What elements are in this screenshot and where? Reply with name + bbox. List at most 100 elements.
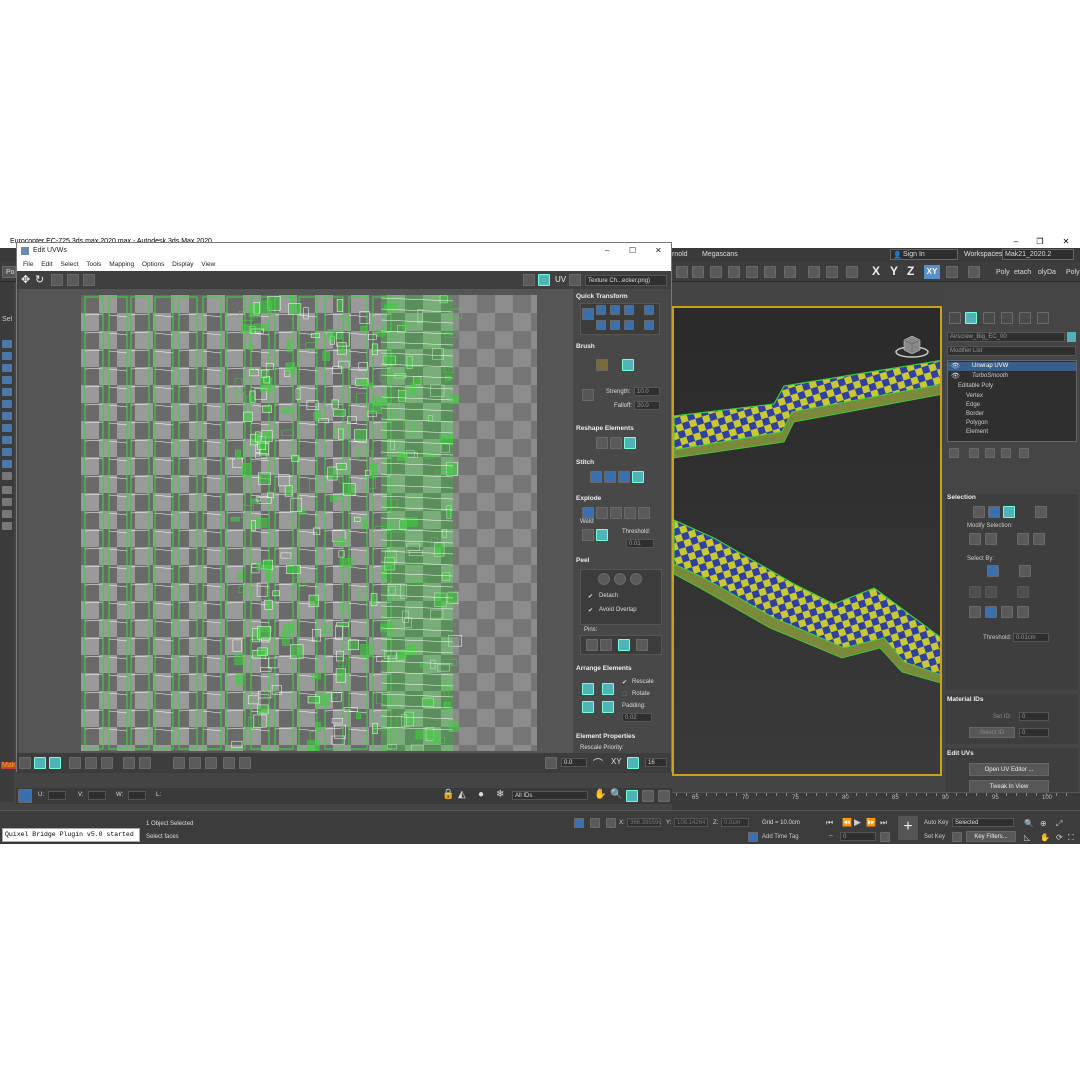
hide-icon[interactable]: ◭ (458, 789, 466, 800)
display-tab-icon[interactable] (1019, 312, 1031, 324)
grid-spacing-field[interactable]: 16 (645, 758, 667, 767)
pan-view-icon[interactable]: ✋ (594, 789, 606, 800)
make-unique-icon[interactable] (985, 448, 995, 458)
detach-edge-verts-icon[interactable] (596, 507, 608, 519)
weld-threshold-field[interactable]: 0.01 (626, 539, 654, 548)
linear-align-icon[interactable] (610, 320, 620, 330)
snowflake-icon[interactable]: ❄ (496, 789, 504, 800)
flatten-by-polygon-icon[interactable] (610, 507, 622, 519)
modifier-list-dropdown[interactable]: Modifier List (947, 346, 1076, 356)
stack-item-turbosmooth[interactable]: TurboSmooth (972, 373, 1008, 379)
uvw-menu-mapping[interactable]: Mapping (109, 261, 134, 268)
planar-angle-icon[interactable] (969, 606, 981, 618)
straighten-icon[interactable] (596, 437, 608, 449)
motion-tab-icon[interactable] (1001, 312, 1013, 324)
maxscript-listener-label[interactable]: Mak (1, 762, 17, 769)
ribbon-tab-detach[interactable]: etach (1014, 269, 1031, 276)
flatten-by-material-icon[interactable] (638, 507, 650, 519)
brush-title[interactable]: Brush (576, 343, 669, 350)
paint-brush-icon[interactable] (596, 359, 608, 371)
selection-rollout-title[interactable]: Selection (947, 494, 1077, 501)
show-map-icon[interactable] (523, 274, 535, 286)
play-icon[interactable]: ▶ (854, 817, 861, 828)
toolbar-icon-2[interactable] (692, 266, 704, 278)
maximize-viewport-icon[interactable]: ⛶ (1068, 833, 1074, 843)
sign-in-button[interactable]: 👤 Sign In (890, 249, 958, 260)
zoom-extents-icon[interactable]: ⤢ (1056, 819, 1062, 829)
edge-select-icon[interactable] (988, 506, 1000, 518)
key-filters-button[interactable]: Key Filters... (966, 831, 1016, 842)
object-name-field[interactable]: Airscrew_Big_EC_00 (947, 332, 1065, 342)
brush-sel-icon[interactable] (205, 757, 217, 769)
left-tool-12[interactable] (2, 472, 12, 480)
uv-tile-area[interactable] (81, 295, 537, 751)
align-horizontal-icon[interactable] (596, 305, 606, 315)
explode-title[interactable]: Explode (576, 495, 669, 502)
grid-snap-icon[interactable] (627, 757, 639, 769)
zoom-view-icon[interactable]: 🔍 (610, 789, 622, 800)
pack-together-icon[interactable] (602, 683, 614, 695)
remove-modifier-icon[interactable] (1001, 448, 1011, 458)
render-setup-icon[interactable] (710, 266, 722, 278)
left-tool-10[interactable] (2, 448, 12, 456)
mirror-icon[interactable] (826, 266, 838, 278)
rescale-checkbox[interactable]: ✔ (622, 679, 627, 686)
left-tool-2[interactable] (2, 352, 12, 360)
uvw-menu-display[interactable]: Display (172, 261, 193, 268)
avoid-overlap-checkbox[interactable]: ✔ (588, 607, 593, 614)
flatten-by-smoothing-icon[interactable] (624, 507, 636, 519)
sel-option-icon[interactable] (223, 757, 235, 769)
uvw-title-bar[interactable]: Edit UVWs – ☐ ✕ (17, 243, 671, 259)
uvw-menu-select[interactable]: Select (60, 261, 78, 268)
uvw-menu-options[interactable]: Options (142, 261, 164, 268)
ribbon-tab-poly-2[interactable]: Poly (1066, 269, 1080, 276)
weld-selected-icon[interactable] (596, 529, 608, 541)
ribbon-poly-tab-left[interactable]: Po (6, 269, 15, 276)
rotate-checkbox[interactable]: ☐ (622, 691, 627, 698)
stack-item-edge[interactable]: Edge (966, 402, 980, 408)
time-tag-icon[interactable] (748, 832, 758, 842)
y-axis-icon[interactable] (1001, 606, 1013, 618)
z-coord-field[interactable]: 0.0cm (721, 818, 749, 827)
key-mode-icon[interactable]: ⇔ (828, 833, 834, 839)
stack-item-editable-poly[interactable]: Editable Poly (958, 383, 993, 389)
snap-icon[interactable] (846, 266, 858, 278)
stitch-title[interactable]: Stitch (576, 459, 669, 466)
scale-icon[interactable] (51, 274, 63, 286)
stack-item-polygon[interactable]: Polygon (966, 420, 988, 426)
freeform-icon[interactable] (67, 274, 79, 286)
lock-icon[interactable]: 🔒 (442, 789, 454, 800)
workspaces-dropdown[interactable]: Mak21_2020.2 (1002, 249, 1074, 260)
object-color-swatch[interactable] (1067, 332, 1076, 342)
padding-field[interactable]: 0.02 (622, 713, 652, 722)
left-tool-3[interactable] (2, 364, 12, 372)
left-tool-5[interactable] (2, 388, 12, 396)
select-id-button[interactable]: Select ID (969, 727, 1015, 738)
select-vertex-icon[interactable] (19, 757, 31, 769)
rotate-90-ccw-icon[interactable] (624, 305, 634, 315)
left-tool-4[interactable] (2, 376, 12, 384)
left-tool-16[interactable] (2, 522, 12, 530)
prev-frame-icon[interactable]: ⏪ (842, 818, 852, 827)
uv-canvas[interactable] (19, 289, 573, 753)
axis-xy-button[interactable]: XY (924, 265, 940, 279)
next-frame-icon[interactable]: ⏩ (866, 818, 876, 827)
toolbar-icon-xy2[interactable] (946, 266, 958, 278)
element-properties-title[interactable]: Element Properties (576, 733, 669, 740)
absolute-relative-toggle[interactable] (18, 789, 32, 803)
configure-sets-icon[interactable] (1019, 448, 1029, 458)
toolbar-icon-7[interactable] (784, 266, 796, 278)
render-frame-icon[interactable] (728, 266, 740, 278)
relax-brush-icon[interactable] (622, 359, 634, 371)
w-field[interactable] (128, 791, 146, 800)
toolbar-icon-1[interactable] (676, 266, 688, 278)
left-tool-8[interactable] (2, 424, 12, 432)
zoom-extents-uv-icon[interactable] (642, 790, 654, 802)
space-vertical-icon[interactable] (644, 320, 654, 330)
left-tool-1[interactable] (2, 340, 12, 348)
lock-selection-icon[interactable] (590, 818, 600, 828)
stitch-average-icon[interactable] (604, 471, 616, 483)
go-to-end-icon[interactable]: ⏭ (880, 818, 887, 828)
xy-space-button[interactable]: XY (611, 757, 622, 766)
orbit-icon[interactable]: ⟳ (1056, 833, 1063, 842)
